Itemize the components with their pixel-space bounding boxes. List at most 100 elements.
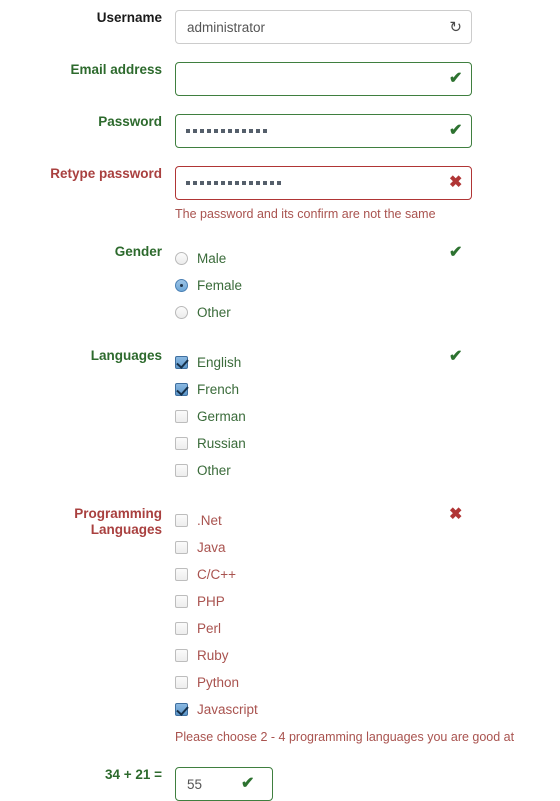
form-row-languages: Languages English French German Russian Othe… [0,348,560,484]
form-row-email: Email address ✔ [0,62,560,96]
language-option-label: German [197,409,246,424]
checkbox-unchecked-icon[interactable] [175,649,188,662]
programming-language-option[interactable]: Java [175,534,560,561]
checkbox-checked-icon[interactable] [175,383,188,396]
programming-language-option-label: C/C++ [197,567,237,582]
refresh-icon[interactable]: ↻ [449,10,462,44]
checkbox-checked-icon[interactable] [175,703,188,716]
gender-option-label: Male [197,251,227,266]
gender-option[interactable]: Female [175,272,560,299]
programming-language-option-label: Ruby [197,648,229,663]
retype-password-input-wrap: ✖ [175,166,472,200]
captcha-input[interactable] [175,767,273,801]
label-retype-password: Retype password [50,166,162,181]
password-valid-icon: ✔ [449,122,463,139]
language-option[interactable]: French [175,376,560,403]
programming-languages-invalid-icon: ✖ [449,506,463,523]
programming-language-option-label: Java [197,540,226,555]
checkbox-unchecked-icon[interactable] [175,595,188,608]
gender-option[interactable]: Male [175,245,560,272]
gender-option-label: Other [197,305,231,320]
language-option[interactable]: Other [175,457,560,484]
gender-valid-icon: ✔ [449,244,463,261]
gender-radio-group: Male Female Other [175,244,560,326]
programming-language-option[interactable]: .Net [175,507,560,534]
label-programming-languages-line2: Languages [90,522,162,537]
checkbox-unchecked-icon[interactable] [175,568,188,581]
checkbox-checked-icon[interactable] [175,356,188,369]
languages-valid-icon: ✔ [449,348,463,365]
programming-language-option[interactable]: Ruby [175,642,560,669]
username-input[interactable] [175,10,472,44]
programming-language-option-label: .Net [197,513,222,528]
email-valid-icon: ✔ [449,70,463,87]
checkbox-unchecked-icon[interactable] [175,437,188,450]
field-retype-password: ✖ The password and its confirm are not t… [175,166,560,222]
retype-password-invalid-icon: ✖ [449,174,463,191]
programming-language-option[interactable]: C/C++ [175,561,560,588]
label-gender: Gender [114,244,162,259]
field-password: ✔ [175,114,560,148]
checkbox-unchecked-icon[interactable] [175,514,188,527]
captcha-valid-icon: ✔ [241,775,255,792]
checkbox-unchecked-icon[interactable] [175,676,188,689]
field-username: ↻ [175,10,560,44]
label-password: Password [98,114,162,129]
checkbox-unchecked-icon[interactable] [175,464,188,477]
radio-unchecked-icon[interactable] [175,252,188,265]
programming-languages-error-message: Please choose 2 - 4 programming language… [175,730,515,744]
field-gender: Male Female Other ✔ [175,244,560,326]
captcha-input-wrap: ✔ [175,767,273,801]
email-input[interactable] [175,62,472,96]
gender-option-label: Female [197,278,243,293]
language-option[interactable]: English [175,349,560,376]
language-option[interactable]: German [175,403,560,430]
radio-checked-icon[interactable] [175,279,188,292]
form-row-retype-password: Retype password ✖ The password and its c… [0,166,560,222]
form-row-programming-languages: Programming Languages .Net Java C/C++ PHP Pe… [0,506,560,745]
retype-password-error-message: The password and its confirm are not the… [175,207,436,221]
checkbox-unchecked-icon[interactable] [175,541,188,554]
form-row-gender: Gender Male Female Other ✔ [0,244,560,326]
registration-form: Username ↻ Email address ✔ Password ✔ [0,0,560,801]
language-option-label: Russian [197,436,246,451]
programming-language-option-label: Python [197,675,240,690]
programming-language-option[interactable]: Perl [175,615,560,642]
programming-language-option-label: Perl [197,621,222,636]
languages-checkbox-group: English French German Russian Other [175,348,560,484]
field-languages: English French German Russian Other ✔ [175,348,560,484]
field-programming-languages: .Net Java C/C++ PHP Perl Ruby Python Javascript… [175,506,560,745]
programming-language-option[interactable]: Python [175,669,560,696]
username-input-wrap: ↻ [175,10,472,44]
language-option-label: English [197,355,242,370]
label-programming-languages-line1: Programming [74,506,162,521]
checkbox-unchecked-icon[interactable] [175,622,188,635]
label-programming-languages: Programming Languages [0,506,175,538]
label-email-address: Email address [70,62,162,77]
password-input[interactable] [175,114,472,148]
label-captcha-question: 34 + 21 = [104,767,162,782]
password-input-wrap: ✔ [175,114,472,148]
programming-language-option[interactable]: PHP [175,588,560,615]
programming-language-option-label: PHP [197,594,225,609]
retype-password-input[interactable] [175,166,472,200]
language-option-label: Other [197,463,231,478]
radio-unchecked-icon[interactable] [175,306,188,319]
language-option[interactable]: Russian [175,430,560,457]
checkbox-unchecked-icon[interactable] [175,410,188,423]
field-email-address: ✔ [175,62,560,96]
form-row-captcha: 34 + 21 = ✔ [0,767,560,801]
programming-languages-checkbox-group: .Net Java C/C++ PHP Perl Ruby Python Javascript [175,506,560,723]
programming-language-option-label: Javascript [197,702,258,717]
programming-language-option[interactable]: Javascript [175,696,560,723]
language-option-label: French [197,382,240,397]
label-username: Username [96,10,162,25]
gender-option[interactable]: Other [175,299,560,326]
field-captcha: ✔ [175,767,560,801]
